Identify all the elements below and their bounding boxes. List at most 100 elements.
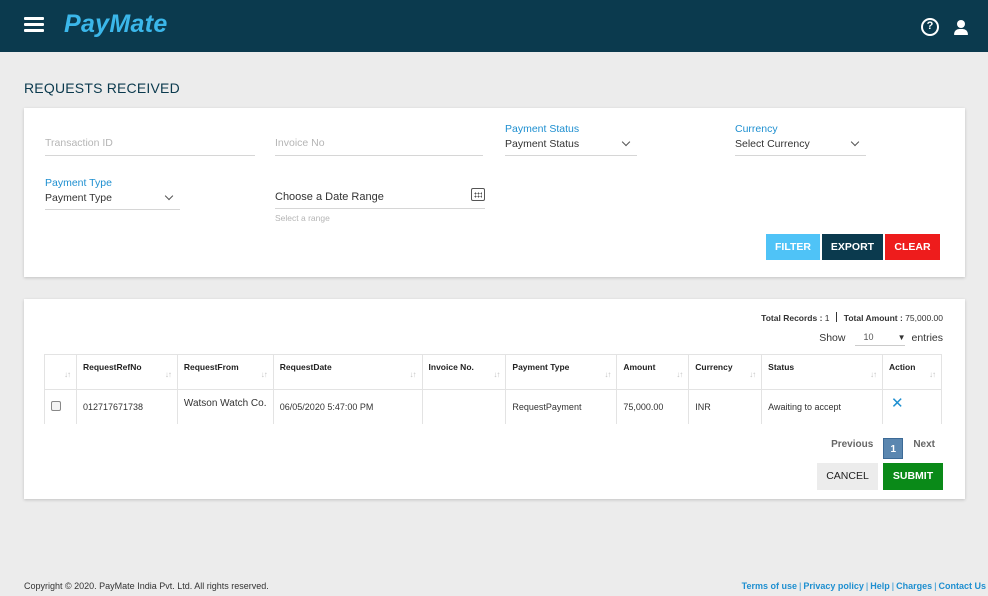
clear-button[interactable]: CLEAR <box>885 234 940 260</box>
records-summary: Total Records : 1 Total Amount : 75,000.… <box>761 312 943 323</box>
sort-icon[interactable]: ↓↑ <box>493 370 500 379</box>
from-cell: Watson Watch Co. <box>176 389 274 424</box>
page-size-value: 10 <box>863 332 874 342</box>
link-divider: | <box>865 581 869 591</box>
export-button[interactable]: EXPORT <box>822 234 883 260</box>
chevron-down-icon <box>850 137 860 147</box>
amount-cell: 75,000.00 <box>616 389 690 424</box>
action-cell: ✕ <box>881 389 943 424</box>
footer-link-privacy[interactable]: Privacy policy <box>803 581 864 591</box>
next-page-button[interactable]: Next <box>913 439 935 450</box>
column-label: RequestFrom <box>183 362 239 372</box>
select-column-header[interactable]: ↓↑ <box>44 354 77 390</box>
column-header-amount[interactable]: Amount ↓↑ <box>616 354 690 390</box>
filter-button[interactable]: FILTER <box>766 234 820 260</box>
sort-icon[interactable]: ↓↑ <box>604 370 611 379</box>
page-title: REQUESTS RECEIVED <box>24 80 180 96</box>
sort-icon[interactable]: ↓↑ <box>261 370 268 379</box>
footer-link-help[interactable]: Help <box>870 581 890 591</box>
cancel-button[interactable]: CANCEL <box>817 463 878 490</box>
column-header-status[interactable]: Status ↓↑ <box>761 354 883 390</box>
link-divider: | <box>891 581 895 591</box>
column-header-payment-type[interactable]: Payment Type ↓↑ <box>505 354 618 390</box>
chevron-down-icon <box>164 191 174 201</box>
page-number-button[interactable]: 1 <box>883 438 904 459</box>
column-label: RequestRefNo <box>82 362 142 372</box>
page-size-select[interactable]: 10 ▼ <box>855 329 906 346</box>
column-label: Status <box>768 362 795 372</box>
column-header-action[interactable]: Action ↓↑ <box>881 354 943 390</box>
show-label: Show <box>819 331 846 344</box>
footer-link-charges[interactable]: Charges <box>896 581 932 591</box>
invoice-no-input[interactable]: Invoice No <box>275 128 483 156</box>
total-amount-value: 75,000.00 <box>905 313 943 323</box>
from-value: Watson Watch Co. <box>183 398 267 410</box>
row-select-cell <box>44 389 77 424</box>
pagination: Previous 1 Next <box>831 434 935 459</box>
link-divider: | <box>799 581 802 591</box>
menu-icon[interactable] <box>24 17 44 33</box>
column-header-refno[interactable]: RequestRefNo ↓↑ <box>75 354 178 390</box>
date-cell: 06/05/2020 5:47:00 PM <box>272 389 423 424</box>
column-label: Payment Type <box>512 362 570 372</box>
requests-table-card: Total Records : 1 Total Amount : 75,000.… <box>24 299 965 499</box>
sort-icon[interactable]: ↓↑ <box>64 370 71 379</box>
total-records-label: Total Records : <box>761 313 823 323</box>
sort-icon[interactable]: ↓↑ <box>870 370 877 379</box>
column-label: RequestDate <box>279 362 332 372</box>
requests-table: ↓↑ RequestRefNo ↓↑ RequestFrom ↓↑ RequestD… <box>44 354 943 424</box>
total-records-value: 1 <box>824 313 830 323</box>
column-header-invoice[interactable]: Invoice No. ↓↑ <box>421 354 507 390</box>
transaction-id-placeholder: Transaction ID <box>45 137 113 149</box>
brand-logo: PayMate <box>64 10 168 38</box>
sort-icon[interactable]: ↓↑ <box>749 370 756 379</box>
summary-divider <box>835 312 838 322</box>
help-icon[interactable]: ? <box>921 18 939 36</box>
column-label: Amount <box>623 362 656 372</box>
refno-cell: 012717671738 <box>75 389 178 424</box>
table-row: 012717671738 Watson Watch Co. 06/05/2020… <box>44 389 943 424</box>
payment-status-value: Payment Status <box>505 138 580 150</box>
currency-cell: INR <box>688 389 763 424</box>
payment-status-select[interactable]: Payment Status <box>505 128 637 156</box>
previous-page-button[interactable]: Previous <box>831 439 873 450</box>
top-bar: PayMate ? <box>0 0 988 52</box>
footer-links: Terms of use | Privacy policy | Help | Charges… <box>742 581 986 591</box>
invoice-cell <box>421 389 507 424</box>
table-header-row: ↓↑ RequestRefNo ↓↑ RequestFrom ↓↑ RequestD… <box>44 354 943 390</box>
submit-button[interactable]: SUBMIT <box>883 463 943 490</box>
total-amount-label: Total Amount : <box>843 313 903 323</box>
payment-type-cell: RequestPayment <box>505 389 618 424</box>
sort-icon[interactable]: ↓↑ <box>165 370 172 379</box>
column-label: Currency <box>695 362 733 372</box>
column-header-from[interactable]: RequestFrom ↓↑ <box>176 354 274 390</box>
calendar-icon[interactable] <box>471 188 485 201</box>
sort-icon[interactable]: ↓↑ <box>410 370 417 379</box>
transaction-id-input[interactable]: Transaction ID <box>45 128 255 156</box>
invoice-no-placeholder: Invoice No <box>275 137 325 149</box>
close-icon[interactable]: ✕ <box>891 395 904 412</box>
currency-select[interactable]: Select Currency <box>735 128 866 156</box>
entries-label: entries <box>911 331 943 344</box>
link-divider: | <box>934 581 937 591</box>
footer-link-terms[interactable]: Terms of use <box>742 581 797 591</box>
date-range-hint: Select a range <box>275 213 330 223</box>
filter-card: Transaction ID Invoice No Payment Status… <box>24 108 965 277</box>
payment-type-value: Payment Type <box>45 192 112 204</box>
column-header-currency[interactable]: Currency ↓↑ <box>688 354 763 390</box>
column-header-date[interactable]: RequestDate ↓↑ <box>272 354 423 390</box>
payment-type-select[interactable]: Payment Type <box>45 182 180 210</box>
sort-icon[interactable]: ↓↑ <box>929 370 936 379</box>
chevron-down-icon <box>621 137 631 147</box>
app-frame: PayMate ? REQUESTS RECEIVED Transaction … <box>0 0 988 596</box>
footer-link-contact[interactable]: Contact Us <box>938 581 986 591</box>
user-icon[interactable] <box>952 18 970 36</box>
currency-value: Select Currency <box>735 138 810 150</box>
copyright-text: Copyright © 2020. PayMate India Pvt. Ltd… <box>24 581 269 591</box>
column-label: Invoice No. <box>428 362 474 372</box>
row-checkbox[interactable] <box>51 400 61 411</box>
column-label: Action <box>888 362 916 372</box>
date-range-input[interactable]: Choose a Date Range <box>275 181 485 209</box>
page-size-control: Show 10 ▼ entries <box>819 329 943 346</box>
sort-icon[interactable]: ↓↑ <box>676 370 683 379</box>
